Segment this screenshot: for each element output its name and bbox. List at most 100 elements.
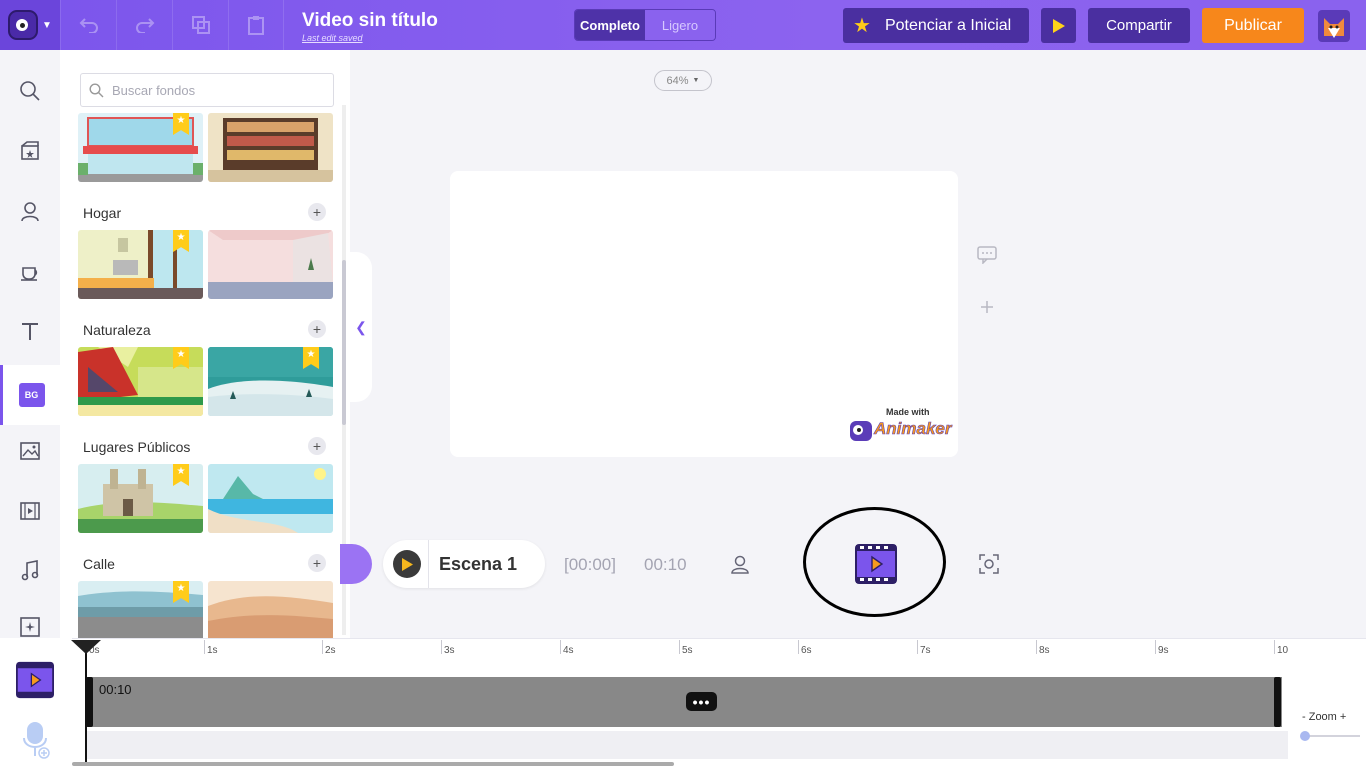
ruler-tick (679, 640, 680, 654)
category-add-public-places-button[interactable]: + (308, 437, 326, 455)
mode-toggle: Completo Ligero (574, 9, 716, 41)
rail-characters[interactable] (0, 181, 60, 241)
rail-videos[interactable] (0, 481, 60, 541)
camera-focus-icon (979, 554, 999, 574)
track-options-button[interactable]: ••• (686, 692, 717, 711)
bg-thumb-desert[interactable] (208, 581, 333, 640)
category-label-nature: Naturaleza (83, 322, 151, 338)
scene-start-time: [00:00] (564, 555, 616, 574)
rail-music[interactable] (0, 541, 60, 601)
character-button[interactable] (730, 554, 750, 579)
scene-duration[interactable]: 00:10 (644, 555, 687, 575)
bg-thumb-beach[interactable] (208, 464, 333, 533)
ruler-tick (1155, 640, 1156, 654)
bg-thumb-store-front[interactable]: ★ (78, 113, 203, 182)
ruler-label: 2s (325, 645, 336, 656)
highlight-annotation (803, 507, 946, 617)
character-icon (21, 202, 39, 222)
rail-backgrounds[interactable]: BG (0, 365, 60, 425)
ruler-tick (204, 640, 205, 654)
bg-thumb-shelves[interactable] (208, 113, 333, 182)
preview-play-button[interactable] (1041, 8, 1076, 43)
mode-full-tab[interactable]: Completo (575, 10, 645, 40)
screenshot-button[interactable] (979, 554, 999, 579)
rail-effects[interactable] (0, 600, 60, 638)
audio-track[interactable] (86, 731, 1288, 759)
search-icon (89, 82, 104, 97)
redo-button[interactable] (116, 0, 172, 50)
timeline-scrollbar[interactable] (72, 762, 674, 766)
bg-thumb-seaside-road[interactable]: ★ (78, 581, 203, 640)
category-add-street-button[interactable]: + (308, 554, 326, 572)
zoom-dropdown[interactable]: 64% ▼ (654, 70, 712, 91)
ruler-tick (441, 640, 442, 654)
share-button[interactable]: Compartir (1088, 8, 1190, 43)
fox-avatar-icon (1324, 18, 1344, 38)
paste-button[interactable] (228, 0, 284, 50)
bg-thumb-church[interactable]: ★ (78, 464, 203, 533)
rail-props[interactable] (0, 121, 60, 181)
voice-record-button[interactable] (22, 720, 50, 765)
scene-track[interactable] (86, 677, 1282, 727)
mode-lite-tab[interactable]: Ligero (645, 10, 715, 40)
ruler-tick (1036, 640, 1037, 654)
rail-search[interactable] (0, 61, 60, 121)
video-icon (20, 502, 40, 520)
bg-thumb-home-room[interactable]: ★ (78, 230, 203, 299)
scene-name: Escena 1 (439, 554, 518, 574)
ruler-label: 6s (801, 645, 812, 656)
search-input[interactable] (112, 82, 322, 98)
microphone-icon (23, 722, 50, 759)
plus-icon (981, 301, 993, 313)
app-menu-button[interactable]: ▼ (0, 0, 60, 50)
redo-icon (135, 18, 154, 33)
avatar[interactable] (1318, 10, 1350, 42)
bg-thumb-snow-landscape[interactable]: ★ (208, 347, 333, 416)
timeline-video-button[interactable] (16, 661, 54, 704)
music-icon (21, 560, 39, 581)
ruler-tick (917, 640, 918, 654)
category-label-street: Calle (83, 556, 115, 572)
clipboard-icon (248, 16, 264, 35)
comment-button[interactable] (977, 246, 997, 269)
film-play-icon (16, 661, 54, 699)
collapse-panel-button[interactable]: ❮ (350, 252, 372, 402)
track-start-handle[interactable] (86, 677, 93, 727)
copy-button[interactable] (172, 0, 228, 50)
project-title[interactable]: Video sin título (302, 10, 438, 32)
scene-play-button[interactable] (393, 550, 421, 578)
undo-icon (79, 18, 98, 33)
panel-scrollbar-thumb[interactable] (342, 260, 346, 425)
text-icon (22, 323, 38, 340)
add-scene-side-button[interactable] (979, 299, 995, 320)
timeline-zoom-slider[interactable] (1305, 735, 1360, 737)
rail-objects[interactable] (0, 241, 60, 301)
ruler-label: 9s (1158, 645, 1169, 656)
ruler-label: 5s (682, 645, 693, 656)
chevron-left-icon: ❮ (355, 318, 367, 335)
image-icon (20, 442, 40, 460)
zoom-value: 64% (666, 74, 689, 87)
upgrade-button[interactable]: ★ Potenciar a Inicial (843, 8, 1029, 43)
scene-divider (428, 540, 429, 588)
track-end-handle[interactable] (1274, 677, 1281, 727)
animaker-watermark: Made with Animaker (848, 407, 952, 445)
copy-icon (191, 16, 210, 34)
timeline-zoom-knob[interactable] (1300, 731, 1310, 741)
rail-text[interactable] (0, 301, 60, 361)
publish-button[interactable]: Publicar (1202, 8, 1304, 43)
bg-thumb-forest-cabin[interactable]: ★ (78, 347, 203, 416)
playhead-handle[interactable] (71, 640, 101, 654)
save-status-link[interactable]: Last edit saved (302, 33, 363, 43)
bg-thumb-pink-room[interactable] (208, 230, 333, 299)
rail-images[interactable] (0, 421, 60, 481)
chevron-down-icon: ▼ (42, 19, 52, 31)
search-box (80, 73, 334, 107)
undo-button[interactable] (60, 0, 116, 50)
category-add-nature-button[interactable]: + (308, 320, 326, 338)
scene-play-tab[interactable] (340, 544, 372, 584)
category-add-home-button[interactable]: + (308, 203, 326, 221)
props-icon (21, 141, 39, 160)
category-label-public-places: Lugares Públicos (83, 439, 191, 455)
ruler-tick (560, 640, 561, 654)
